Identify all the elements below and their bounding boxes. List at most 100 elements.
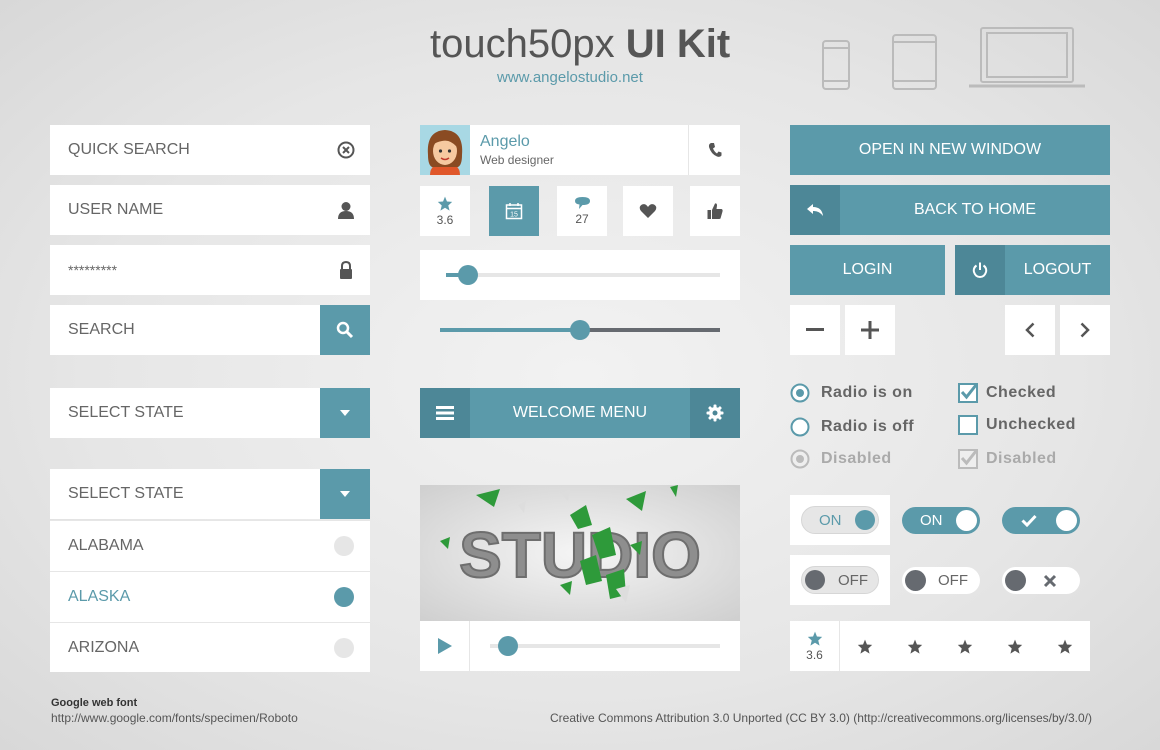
comments-tile[interactable]: 27 bbox=[557, 186, 607, 236]
quick-search-input[interactable]: QUICK SEARCH bbox=[50, 125, 370, 175]
radio-disabled-label: Disabled bbox=[821, 450, 892, 467]
rating-tile[interactable]: 3.6 bbox=[420, 186, 470, 236]
select-state-dropdown-open[interactable]: SELECT STATE bbox=[50, 469, 370, 519]
radio-on-icon bbox=[790, 383, 810, 403]
video-preview[interactable]: STUDIO bbox=[420, 485, 740, 621]
slider-knob[interactable] bbox=[457, 265, 478, 285]
calendar-tile[interactable]: 15 bbox=[489, 186, 539, 236]
login-label: LOGIN bbox=[842, 261, 893, 278]
login-button[interactable]: LOGIN bbox=[790, 245, 945, 295]
toggle-x-white[interactable] bbox=[1002, 567, 1080, 594]
star-icon bbox=[437, 196, 453, 211]
profile-card[interactable]: Angelo Web designer bbox=[420, 125, 740, 175]
slider-knob[interactable] bbox=[570, 320, 590, 340]
toggle-knob bbox=[855, 510, 875, 530]
video-frame-image: STUDIO bbox=[440, 485, 702, 603]
toggle-on-label: ON bbox=[920, 512, 943, 529]
power-icon bbox=[972, 262, 988, 278]
star-rating-value: 3.6 bbox=[806, 647, 823, 662]
title-bold: UI Kit bbox=[625, 22, 731, 66]
toggle-on-teal[interactable]: ON bbox=[902, 507, 980, 534]
toggle-off-label: OFF bbox=[838, 572, 868, 589]
state-option-arizona[interactable]: ARIZONA bbox=[50, 622, 370, 672]
search-input[interactable]: SEARCH bbox=[50, 305, 320, 355]
back-icon-box bbox=[790, 185, 840, 235]
welcome-menu-bar[interactable]: WELCOME MENU bbox=[420, 388, 740, 438]
toggle-knob bbox=[956, 510, 977, 531]
star-icon-1[interactable] bbox=[857, 639, 873, 654]
dropdown-toggle[interactable] bbox=[320, 469, 370, 519]
checkbox-disabled-label: Disabled bbox=[986, 450, 1057, 467]
check-icon bbox=[1021, 514, 1037, 527]
password-input[interactable]: ********* bbox=[50, 245, 370, 295]
quick-search-placeholder: QUICK SEARCH bbox=[68, 141, 190, 158]
video-controls[interactable] bbox=[420, 621, 740, 671]
star-icon-2[interactable] bbox=[907, 639, 923, 654]
settings-button[interactable] bbox=[690, 388, 740, 438]
select-state-label: SELECT STATE bbox=[68, 485, 184, 502]
footer-font-title: Google web font bbox=[51, 697, 138, 709]
hamburger-icon bbox=[436, 406, 454, 420]
toggle-on-light[interactable]: ON bbox=[801, 506, 879, 534]
phone-device-icon bbox=[822, 40, 850, 90]
star-icon-4[interactable] bbox=[1007, 639, 1023, 654]
decrement-button[interactable] bbox=[790, 305, 840, 355]
thumbs-up-tile[interactable] bbox=[690, 186, 740, 236]
toggle-check-teal[interactable] bbox=[1002, 507, 1080, 534]
toggle-on-light-box: ON bbox=[790, 495, 890, 545]
calendar-day: 15 bbox=[510, 212, 518, 219]
checkbox-checked[interactable]: Checked bbox=[958, 382, 1056, 404]
checkbox-unchecked[interactable]: Unchecked bbox=[958, 414, 1076, 436]
comments-count: 27 bbox=[575, 212, 589, 226]
search-icon bbox=[336, 321, 354, 339]
close-icon bbox=[1043, 574, 1057, 588]
password-value: ********* bbox=[68, 262, 118, 278]
slider-1[interactable] bbox=[420, 250, 740, 300]
video-progress-track bbox=[490, 644, 720, 648]
radio-dot bbox=[334, 587, 354, 607]
state-option-alaska[interactable]: ALASKA bbox=[50, 571, 370, 622]
state-option-alabama[interactable]: ALABAMA bbox=[50, 520, 370, 571]
increment-button[interactable] bbox=[845, 305, 895, 355]
play-icon bbox=[437, 638, 452, 654]
star-rating[interactable]: 3.6 bbox=[790, 621, 1090, 671]
radio-on[interactable]: Radio is on bbox=[790, 382, 913, 404]
play-button[interactable] bbox=[420, 621, 470, 671]
thumbs-up-icon bbox=[707, 203, 723, 219]
like-tile[interactable] bbox=[623, 186, 673, 236]
comment-icon bbox=[574, 197, 590, 209]
next-button[interactable] bbox=[1060, 305, 1110, 355]
call-button[interactable] bbox=[688, 125, 740, 175]
toggle-off-label: OFF bbox=[938, 572, 968, 589]
search-placeholder: SEARCH bbox=[68, 321, 135, 338]
menu-button[interactable] bbox=[420, 388, 470, 438]
back-to-home-button[interactable]: BACK TO HOME bbox=[790, 185, 1110, 235]
toggle-knob bbox=[805, 570, 825, 590]
chevron-left-icon bbox=[1025, 322, 1035, 338]
radio-on-label: Radio is on bbox=[821, 384, 913, 401]
toggle-off-light[interactable]: OFF bbox=[801, 566, 879, 594]
slider-2[interactable] bbox=[420, 305, 740, 355]
star-rating-summary: 3.6 bbox=[790, 621, 840, 671]
dropdown-toggle[interactable] bbox=[320, 388, 370, 438]
select-state-dropdown[interactable]: SELECT STATE bbox=[50, 388, 370, 438]
username-input[interactable]: USER NAME bbox=[50, 185, 370, 235]
search-button[interactable] bbox=[320, 305, 370, 355]
toggle-knob bbox=[905, 570, 926, 591]
previous-button[interactable] bbox=[1005, 305, 1055, 355]
open-new-window-button[interactable]: OPEN IN NEW WINDOW bbox=[790, 125, 1110, 175]
power-icon-box bbox=[955, 245, 1005, 295]
footer-font-url[interactable]: http://www.google.com/fonts/specimen/Rob… bbox=[51, 711, 298, 725]
radio-off[interactable]: Radio is off bbox=[790, 416, 914, 438]
caret-down-icon bbox=[340, 491, 350, 497]
username-placeholder: USER NAME bbox=[68, 201, 164, 218]
logout-button[interactable]: LOGOUT bbox=[955, 245, 1110, 295]
toggle-off-white[interactable]: OFF bbox=[902, 567, 980, 594]
slider-track bbox=[446, 273, 720, 277]
star-icon-5[interactable] bbox=[1057, 639, 1073, 654]
video-progress-knob[interactable] bbox=[498, 636, 519, 656]
clear-icon[interactable] bbox=[336, 140, 356, 160]
star-icon-3[interactable] bbox=[957, 639, 973, 654]
reply-arrow-icon bbox=[807, 204, 823, 216]
site-link[interactable]: www.angelostudio.net bbox=[497, 69, 643, 86]
